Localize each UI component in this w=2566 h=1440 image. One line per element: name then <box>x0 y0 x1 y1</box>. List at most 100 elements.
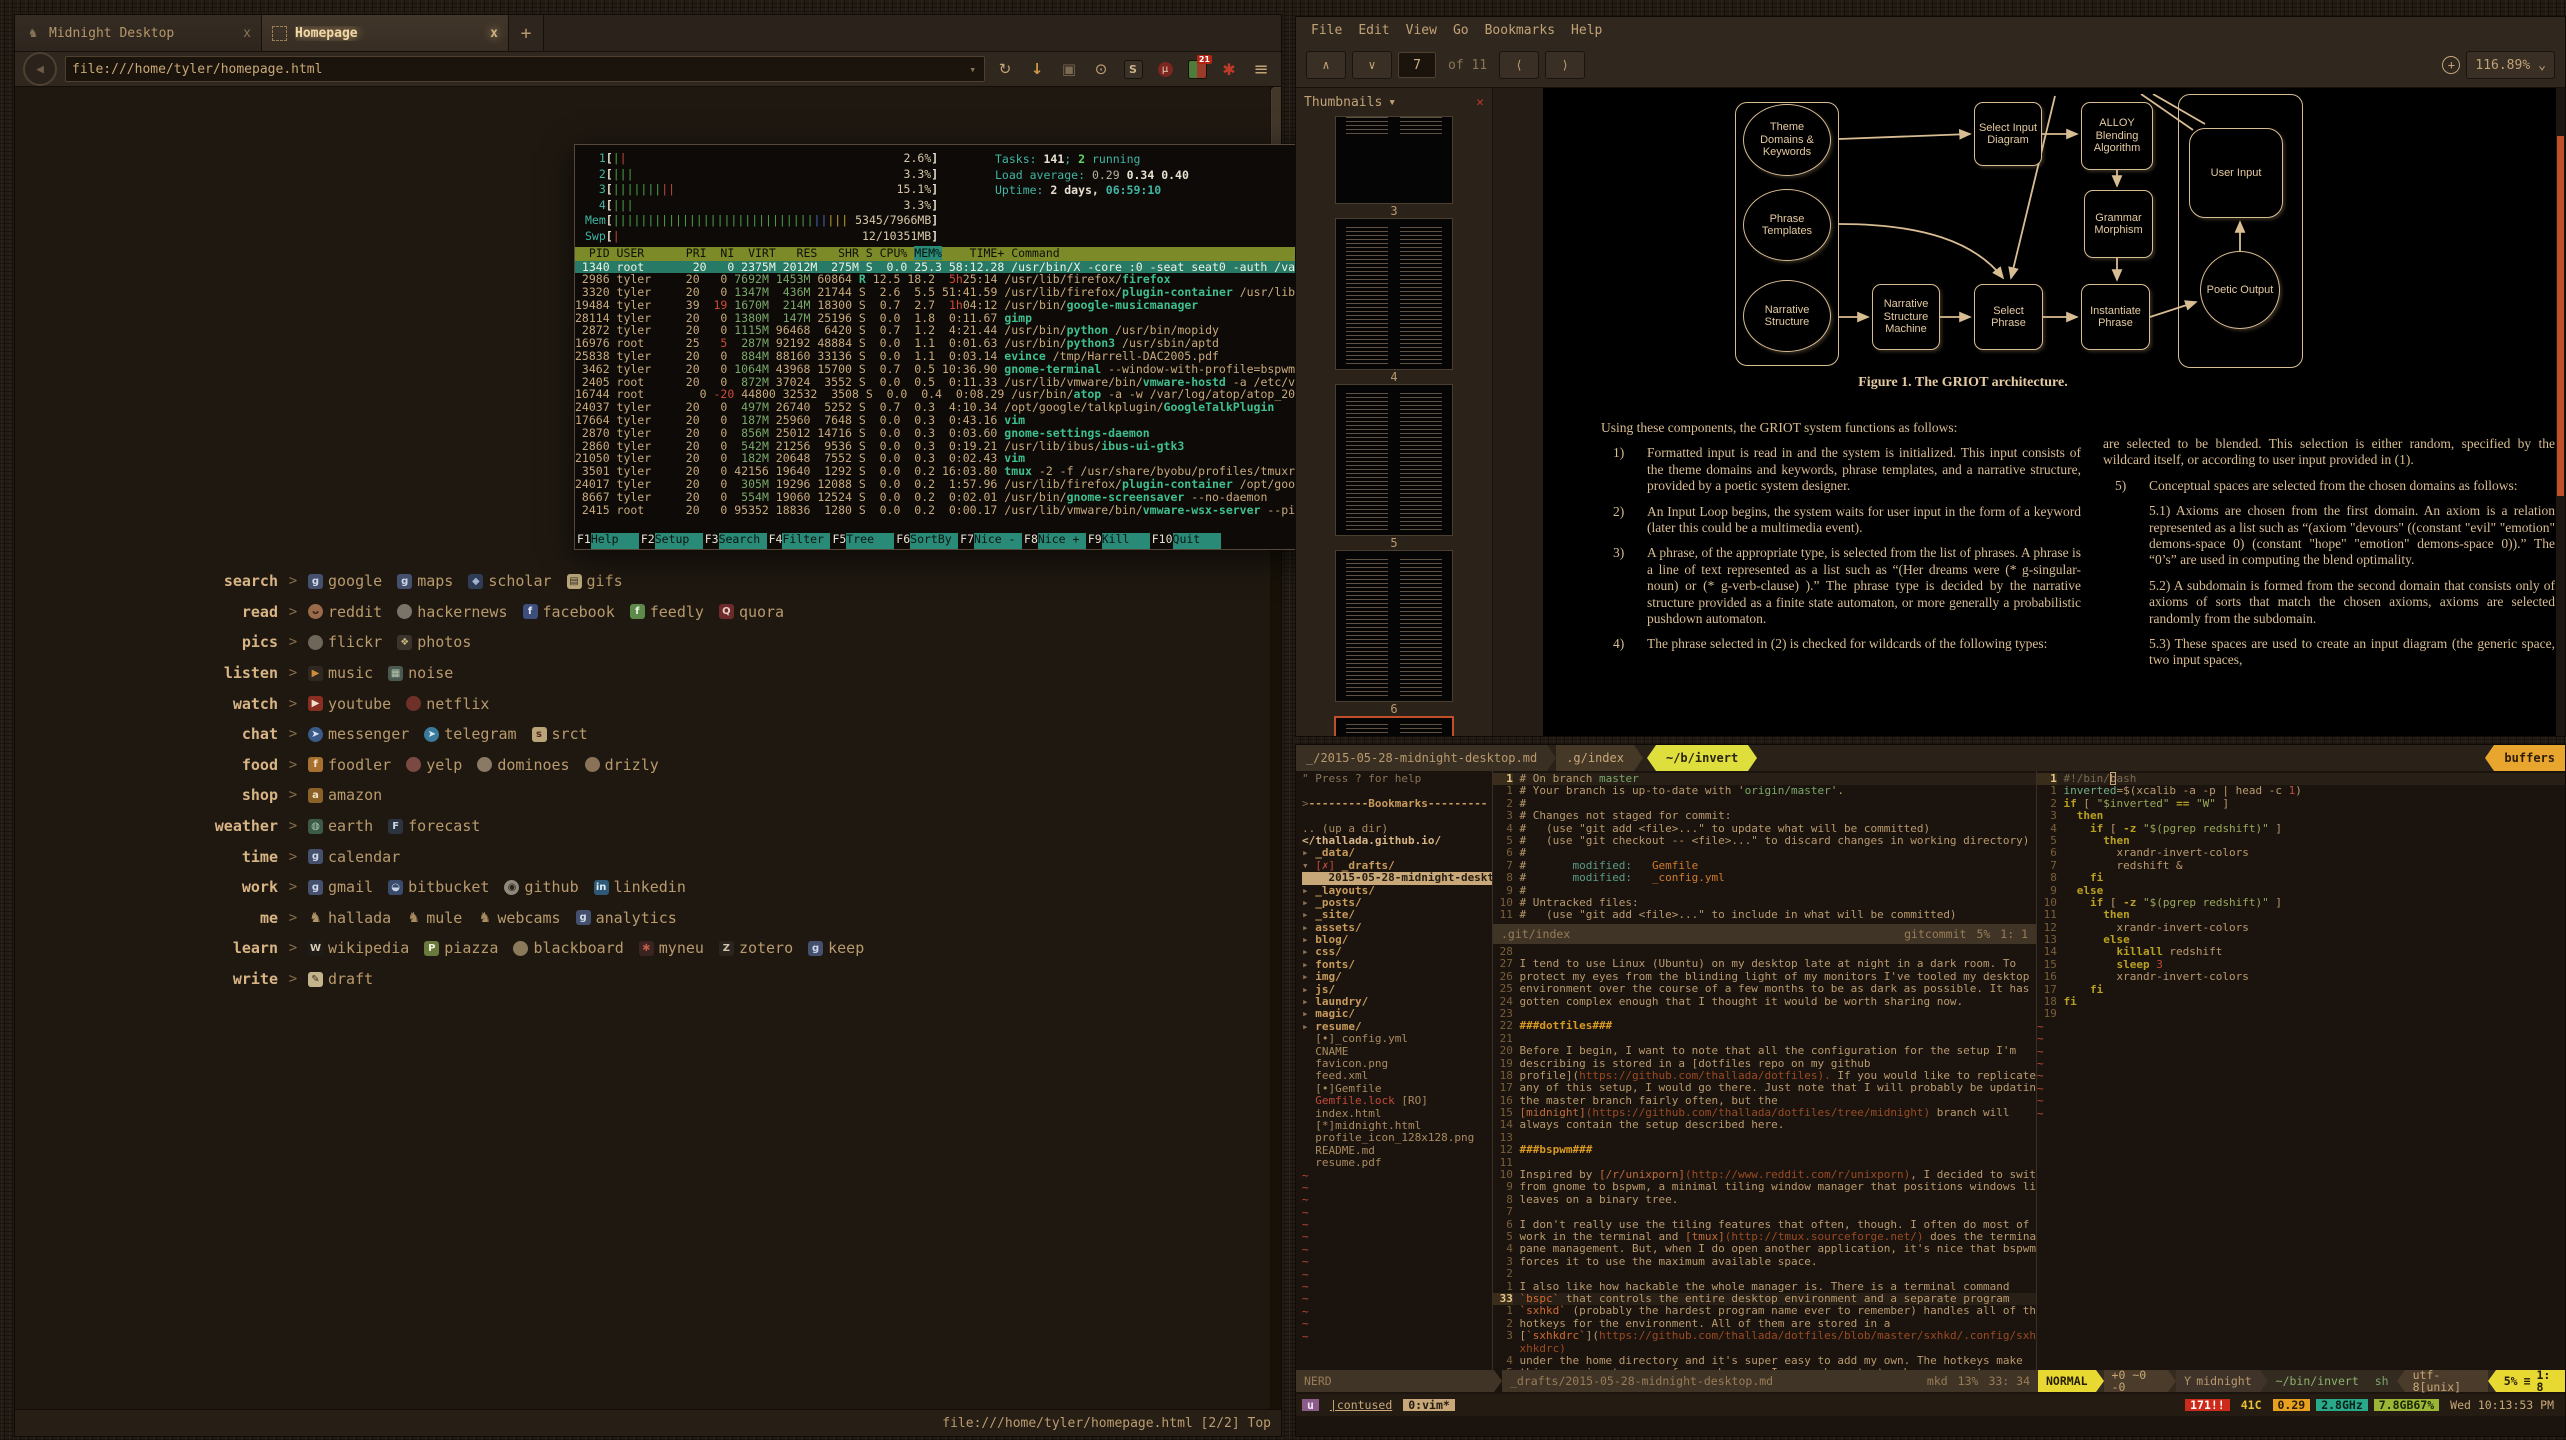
function-key-button[interactable]: F5Tree <box>830 533 894 549</box>
link-analytics[interactable]: ganalytics <box>576 909 677 927</box>
thumbnail-page-5[interactable] <box>1335 384 1453 536</box>
htop-process-table[interactable]: 1340 root 20 0 2375M 2012M 275M S 0.0 25… <box>575 261 1327 532</box>
link-google[interactable]: ggoogle <box>308 572 382 590</box>
link-earth[interactable]: ◍earth <box>308 817 373 835</box>
link-photos[interactable]: ❖photos <box>397 633 471 651</box>
link-amazon[interactable]: aamazon <box>308 786 382 804</box>
tab-midnight-desktop[interactable]: ♞ Midnight Desktop x <box>15 15 262 51</box>
vim-tab-1[interactable]: _/2015-05-28-midnight-desktop.md <box>1296 745 1547 771</box>
link-feedly[interactable]: ffeedly <box>630 603 704 621</box>
menu-item[interactable]: File <box>1304 23 1349 38</box>
htop-table-header[interactable]: PID USER PRI NI VIRT RES SHR S CPU% MEM%… <box>575 247 1327 261</box>
link-netflix[interactable]: netflix <box>406 695 489 713</box>
tab-counter-icon[interactable]: 21 <box>1185 57 1209 81</box>
menu-item[interactable]: Go <box>1446 23 1476 38</box>
function-key-button[interactable]: F1Help <box>575 533 639 549</box>
url-text[interactable]: file:///home/tyler/homepage.html <box>72 62 967 77</box>
menu-item[interactable]: Edit <box>1351 23 1396 38</box>
link-gifs[interactable]: ▤gifs <box>567 572 623 590</box>
tab-close-icon[interactable]: x <box>490 26 498 41</box>
link-yelp[interactable]: yelp <box>406 756 462 774</box>
vim-tab-2[interactable]: .g/index <box>1556 745 1634 771</box>
link-dominoes[interactable]: dominoes <box>477 756 569 774</box>
link-github[interactable]: ◉github <box>504 878 578 896</box>
link-calendar[interactable]: gcalendar <box>308 848 400 866</box>
new-tab-button[interactable]: + <box>509 15 544 51</box>
thumbnail-page-7-selected[interactable] <box>1334 716 1454 736</box>
zoom-fit-icon[interactable]: + <box>2442 56 2460 74</box>
markdown-buffer[interactable]: 2827I tend to use Linux (Ubuntu) on my d… <box>1493 944 2036 1370</box>
history-forward-button[interactable]: ⟩ <box>1545 51 1585 79</box>
thumbnail-list[interactable]: 3 4 5 6 <box>1296 116 1492 736</box>
link-music[interactable]: ▶music <box>308 664 373 682</box>
function-key-button[interactable]: F8Nice + <box>1022 533 1086 549</box>
sidebar-dropdown-icon[interactable]: ▾ <box>1388 95 1396 110</box>
menu-item[interactable]: Bookmarks <box>1478 23 1562 38</box>
pdf-scrollbar[interactable] <box>2556 88 2565 736</box>
link-facebook[interactable]: ffacebook <box>523 603 615 621</box>
function-key-button[interactable]: F3Search <box>703 533 767 549</box>
link-maps[interactable]: gmaps <box>397 572 453 590</box>
git-index-buffer[interactable]: 1# On branch master1# Your branch is up-… <box>1493 771 2036 924</box>
htop-terminal-window[interactable]: 1[|| 2.6%] 2[||| 3.3%] 3[||||||||| 15.1%… <box>574 144 1328 550</box>
sidebar-mode-label[interactable]: Thumbnails <box>1304 95 1382 110</box>
sidebar-close-icon[interactable]: ✕ <box>1476 95 1484 110</box>
ublock-icon[interactable]: μ <box>1153 57 1177 81</box>
page-down-button[interactable]: ∨ <box>1352 51 1392 79</box>
link-flickr[interactable]: flickr <box>308 633 382 651</box>
link-reddit[interactable]: ᴗreddit <box>308 603 382 621</box>
zoom-level-select[interactable]: 116.89% ⌄ <box>2466 51 2555 79</box>
tab-homepage[interactable]: Homepage x <box>262 15 509 51</box>
page-up-button[interactable]: ∧ <box>1306 51 1346 79</box>
menu-hamburger-icon[interactable]: ≡ <box>1249 57 1273 81</box>
url-bar[interactable]: file:///home/tyler/homepage.html ▾ <box>65 56 985 82</box>
link-foodler[interactable]: ffoodler <box>308 756 391 774</box>
link-draft[interactable]: ✎draft <box>308 970 373 988</box>
page-number-input[interactable]: 7 <box>1398 52 1436 78</box>
link-scholar[interactable]: ◆scholar <box>468 572 551 590</box>
download-icon[interactable]: ↓ <box>1025 57 1049 81</box>
pdf-scrollbar-thumb[interactable] <box>2557 136 2564 496</box>
invert-script-buffer[interactable]: 1#!/bin/bash1inverted=$(xcalib -a -p | h… <box>2037 771 2565 1370</box>
history-clock-icon[interactable]: ⊙ <box>1089 57 1113 81</box>
link-messenger[interactable]: ➤messenger <box>308 725 409 743</box>
menu-item[interactable]: Help <box>1564 23 1609 38</box>
link-gmail[interactable]: ggmail <box>308 878 373 896</box>
link-piazza[interactable]: Ppiazza <box>424 939 498 957</box>
link-zotero[interactable]: Zzotero <box>719 939 793 957</box>
menu-item[interactable]: View <box>1399 23 1444 38</box>
back-button[interactable]: ◀ <box>23 52 57 86</box>
link-noise[interactable]: ▦noise <box>388 664 453 682</box>
function-key-button[interactable]: F2Setup <box>639 533 703 549</box>
link-youtube[interactable]: ▶youtube <box>308 695 391 713</box>
thumbnail-page-4[interactable] <box>1335 218 1453 370</box>
vim-tab-active[interactable]: ~/b/invert <box>1656 745 1748 771</box>
adblock-icon[interactable]: ✱ <box>1217 57 1241 81</box>
link-quora[interactable]: Qquora <box>719 603 784 621</box>
function-key-button[interactable]: F9Kill <box>1086 533 1150 549</box>
link-wikipedia[interactable]: Wwikipedia <box>308 939 409 957</box>
nerdtree-pane[interactable]: " Press ? for help>---------Bookmarks---… <box>1296 771 1492 1370</box>
function-key-button[interactable]: F7Nice - <box>958 533 1022 549</box>
reload-icon[interactable]: ↻ <box>993 57 1017 81</box>
link-webcams[interactable]: ♞webcams <box>477 909 560 927</box>
link-blackboard[interactable]: blackboard <box>513 939 623 957</box>
history-back-button[interactable]: ⟨ <box>1499 51 1539 79</box>
pdf-page-view[interactable]: Theme Domains & Keywords Phrase Template… <box>1493 88 2565 736</box>
link-linkedin[interactable]: inlinkedin <box>594 878 686 896</box>
link-hallada[interactable]: ♞hallada <box>308 909 391 927</box>
link-myneu[interactable]: ✱myneu <box>639 939 704 957</box>
function-key-button[interactable]: F6SortBy <box>894 533 958 549</box>
thumbnail-page-3[interactable] <box>1335 116 1453 204</box>
link-mule[interactable]: ♞mule <box>406 909 462 927</box>
url-dropdown-icon[interactable]: ▾ <box>967 63 978 76</box>
link-hackernews[interactable]: hackernews <box>397 603 507 621</box>
thumbnail-page-6[interactable] <box>1335 550 1453 702</box>
link-keep[interactable]: gkeep <box>808 939 864 957</box>
link-bitbucket[interactable]: ◒bitbucket <box>388 878 489 896</box>
link-srct[interactable]: ssrct <box>532 725 588 743</box>
addon-puzzle-icon[interactable]: ▣ <box>1057 57 1081 81</box>
link-telegram[interactable]: ➤telegram <box>424 725 516 743</box>
link-forecast[interactable]: Fforecast <box>388 817 480 835</box>
function-key-button[interactable]: F4Filter <box>767 533 831 549</box>
